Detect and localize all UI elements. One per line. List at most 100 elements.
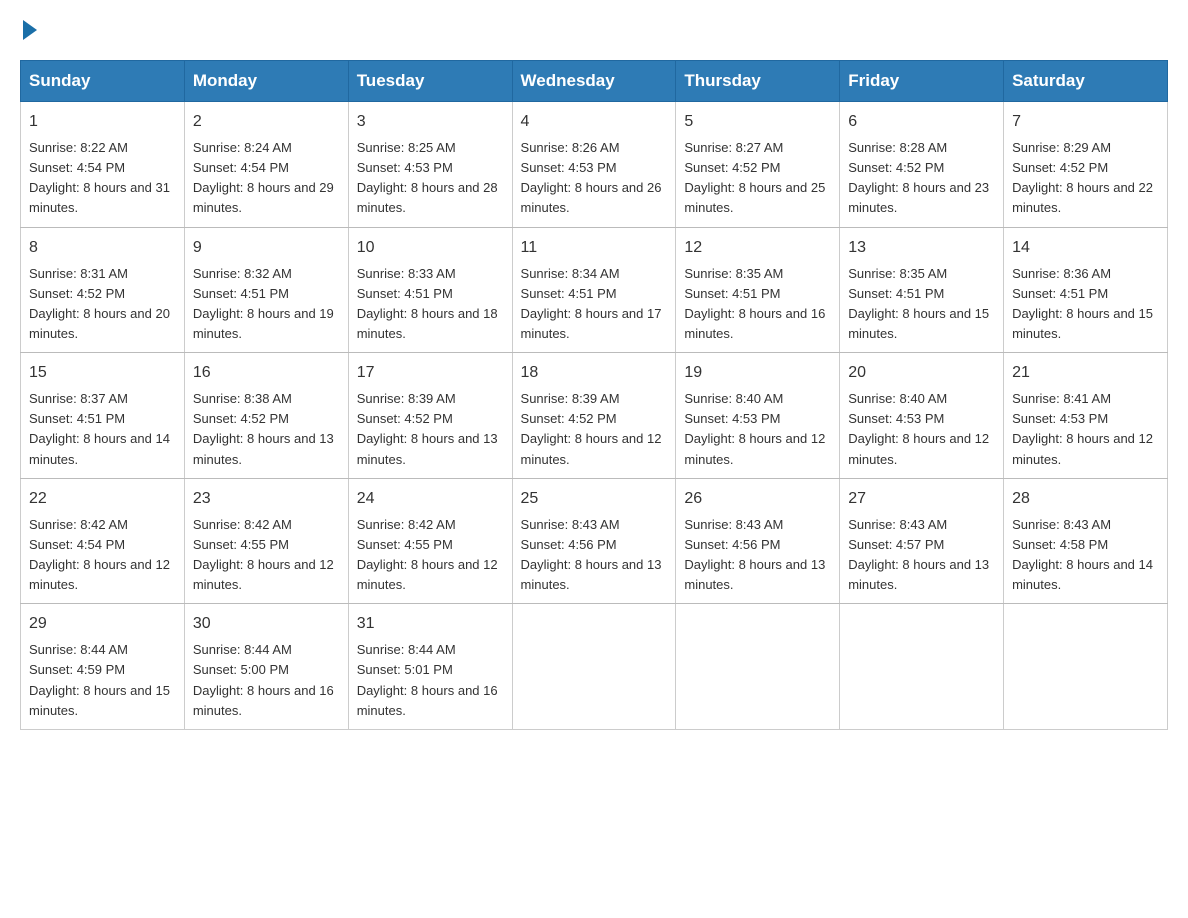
sunset-label: Sunset: 4:52 PM <box>29 286 125 301</box>
calendar-cell: 29 Sunrise: 8:44 AM Sunset: 4:59 PM Dayl… <box>21 604 185 730</box>
calendar-cell: 22 Sunrise: 8:42 AM Sunset: 4:54 PM Dayl… <box>21 478 185 604</box>
day-info: Sunrise: 8:42 AM Sunset: 4:55 PM Dayligh… <box>193 515 340 596</box>
daylight-label: Daylight: 8 hours and 14 minutes. <box>1012 557 1153 592</box>
sunrise-label: Sunrise: 8:32 AM <box>193 266 292 281</box>
sunset-label: Sunset: 4:55 PM <box>193 537 289 552</box>
calendar-cell: 6 Sunrise: 8:28 AM Sunset: 4:52 PM Dayli… <box>840 102 1004 228</box>
day-number: 10 <box>357 236 504 260</box>
sunset-label: Sunset: 4:52 PM <box>684 160 780 175</box>
daylight-label: Daylight: 8 hours and 20 minutes. <box>29 306 170 341</box>
calendar-cell: 10 Sunrise: 8:33 AM Sunset: 4:51 PM Dayl… <box>348 227 512 353</box>
sunset-label: Sunset: 4:58 PM <box>1012 537 1108 552</box>
sunset-label: Sunset: 5:01 PM <box>357 662 453 677</box>
calendar-cell: 24 Sunrise: 8:42 AM Sunset: 4:55 PM Dayl… <box>348 478 512 604</box>
daylight-label: Daylight: 8 hours and 22 minutes. <box>1012 180 1153 215</box>
daylight-label: Daylight: 8 hours and 15 minutes. <box>1012 306 1153 341</box>
calendar-week-row: 15 Sunrise: 8:37 AM Sunset: 4:51 PM Dayl… <box>21 353 1168 479</box>
day-number: 4 <box>521 110 668 134</box>
sunset-label: Sunset: 4:52 PM <box>521 411 617 426</box>
sunrise-label: Sunrise: 8:29 AM <box>1012 140 1111 155</box>
sunset-label: Sunset: 4:55 PM <box>357 537 453 552</box>
sunset-label: Sunset: 4:52 PM <box>1012 160 1108 175</box>
sunrise-label: Sunrise: 8:42 AM <box>29 517 128 532</box>
day-number: 26 <box>684 487 831 511</box>
day-info: Sunrise: 8:34 AM Sunset: 4:51 PM Dayligh… <box>521 264 668 345</box>
sunrise-label: Sunrise: 8:27 AM <box>684 140 783 155</box>
daylight-label: Daylight: 8 hours and 12 minutes. <box>357 557 498 592</box>
sunset-label: Sunset: 4:59 PM <box>29 662 125 677</box>
day-number: 17 <box>357 361 504 385</box>
calendar-cell: 5 Sunrise: 8:27 AM Sunset: 4:52 PM Dayli… <box>676 102 840 228</box>
calendar-cell: 27 Sunrise: 8:43 AM Sunset: 4:57 PM Dayl… <box>840 478 1004 604</box>
calendar-week-row: 22 Sunrise: 8:42 AM Sunset: 4:54 PM Dayl… <box>21 478 1168 604</box>
day-number: 3 <box>357 110 504 134</box>
sunset-label: Sunset: 4:53 PM <box>357 160 453 175</box>
daylight-label: Daylight: 8 hours and 17 minutes. <box>521 306 662 341</box>
calendar-cell: 4 Sunrise: 8:26 AM Sunset: 4:53 PM Dayli… <box>512 102 676 228</box>
daylight-label: Daylight: 8 hours and 28 minutes. <box>357 180 498 215</box>
calendar-cell: 16 Sunrise: 8:38 AM Sunset: 4:52 PM Dayl… <box>184 353 348 479</box>
calendar-cell: 8 Sunrise: 8:31 AM Sunset: 4:52 PM Dayli… <box>21 227 185 353</box>
daylight-label: Daylight: 8 hours and 15 minutes. <box>29 683 170 718</box>
day-info: Sunrise: 8:36 AM Sunset: 4:51 PM Dayligh… <box>1012 264 1159 345</box>
day-info: Sunrise: 8:44 AM Sunset: 5:00 PM Dayligh… <box>193 640 340 721</box>
day-number: 30 <box>193 612 340 636</box>
day-info: Sunrise: 8:42 AM Sunset: 4:55 PM Dayligh… <box>357 515 504 596</box>
day-number: 23 <box>193 487 340 511</box>
day-number: 20 <box>848 361 995 385</box>
day-number: 6 <box>848 110 995 134</box>
day-number: 29 <box>29 612 176 636</box>
sunrise-label: Sunrise: 8:43 AM <box>684 517 783 532</box>
day-info: Sunrise: 8:41 AM Sunset: 4:53 PM Dayligh… <box>1012 389 1159 470</box>
sunset-label: Sunset: 4:54 PM <box>193 160 289 175</box>
sunset-label: Sunset: 4:56 PM <box>521 537 617 552</box>
day-info: Sunrise: 8:43 AM Sunset: 4:58 PM Dayligh… <box>1012 515 1159 596</box>
sunset-label: Sunset: 4:51 PM <box>357 286 453 301</box>
sunrise-label: Sunrise: 8:22 AM <box>29 140 128 155</box>
sunrise-label: Sunrise: 8:34 AM <box>521 266 620 281</box>
day-info: Sunrise: 8:43 AM Sunset: 4:56 PM Dayligh… <box>684 515 831 596</box>
sunrise-label: Sunrise: 8:39 AM <box>357 391 456 406</box>
sunrise-label: Sunrise: 8:25 AM <box>357 140 456 155</box>
sunset-label: Sunset: 4:53 PM <box>848 411 944 426</box>
sunrise-label: Sunrise: 8:43 AM <box>848 517 947 532</box>
sunset-label: Sunset: 4:51 PM <box>193 286 289 301</box>
day-info: Sunrise: 8:44 AM Sunset: 4:59 PM Dayligh… <box>29 640 176 721</box>
daylight-label: Daylight: 8 hours and 12 minutes. <box>521 431 662 466</box>
sunrise-label: Sunrise: 8:43 AM <box>1012 517 1111 532</box>
sunset-label: Sunset: 5:00 PM <box>193 662 289 677</box>
sunrise-label: Sunrise: 8:44 AM <box>29 642 128 657</box>
daylight-label: Daylight: 8 hours and 29 minutes. <box>193 180 334 215</box>
sunrise-label: Sunrise: 8:39 AM <box>521 391 620 406</box>
sunset-label: Sunset: 4:51 PM <box>29 411 125 426</box>
day-number: 5 <box>684 110 831 134</box>
sunrise-label: Sunrise: 8:37 AM <box>29 391 128 406</box>
calendar-cell: 30 Sunrise: 8:44 AM Sunset: 5:00 PM Dayl… <box>184 604 348 730</box>
day-info: Sunrise: 8:42 AM Sunset: 4:54 PM Dayligh… <box>29 515 176 596</box>
day-number: 18 <box>521 361 668 385</box>
daylight-label: Daylight: 8 hours and 12 minutes. <box>848 431 989 466</box>
day-info: Sunrise: 8:25 AM Sunset: 4:53 PM Dayligh… <box>357 138 504 219</box>
day-info: Sunrise: 8:33 AM Sunset: 4:51 PM Dayligh… <box>357 264 504 345</box>
sunrise-label: Sunrise: 8:38 AM <box>193 391 292 406</box>
sunrise-label: Sunrise: 8:41 AM <box>1012 391 1111 406</box>
calendar-week-row: 8 Sunrise: 8:31 AM Sunset: 4:52 PM Dayli… <box>21 227 1168 353</box>
day-number: 9 <box>193 236 340 260</box>
daylight-label: Daylight: 8 hours and 31 minutes. <box>29 180 170 215</box>
day-info: Sunrise: 8:22 AM Sunset: 4:54 PM Dayligh… <box>29 138 176 219</box>
day-of-week-header: Sunday <box>21 61 185 102</box>
sunrise-label: Sunrise: 8:35 AM <box>684 266 783 281</box>
day-info: Sunrise: 8:26 AM Sunset: 4:53 PM Dayligh… <box>521 138 668 219</box>
sunset-label: Sunset: 4:51 PM <box>684 286 780 301</box>
daylight-label: Daylight: 8 hours and 13 minutes. <box>193 431 334 466</box>
day-of-week-header: Monday <box>184 61 348 102</box>
calendar-cell: 18 Sunrise: 8:39 AM Sunset: 4:52 PM Dayl… <box>512 353 676 479</box>
calendar-cell <box>676 604 840 730</box>
daylight-label: Daylight: 8 hours and 16 minutes. <box>684 306 825 341</box>
daylight-label: Daylight: 8 hours and 15 minutes. <box>848 306 989 341</box>
day-info: Sunrise: 8:39 AM Sunset: 4:52 PM Dayligh… <box>357 389 504 470</box>
day-info: Sunrise: 8:29 AM Sunset: 4:52 PM Dayligh… <box>1012 138 1159 219</box>
calendar-cell <box>512 604 676 730</box>
day-info: Sunrise: 8:43 AM Sunset: 4:56 PM Dayligh… <box>521 515 668 596</box>
sunset-label: Sunset: 4:53 PM <box>1012 411 1108 426</box>
